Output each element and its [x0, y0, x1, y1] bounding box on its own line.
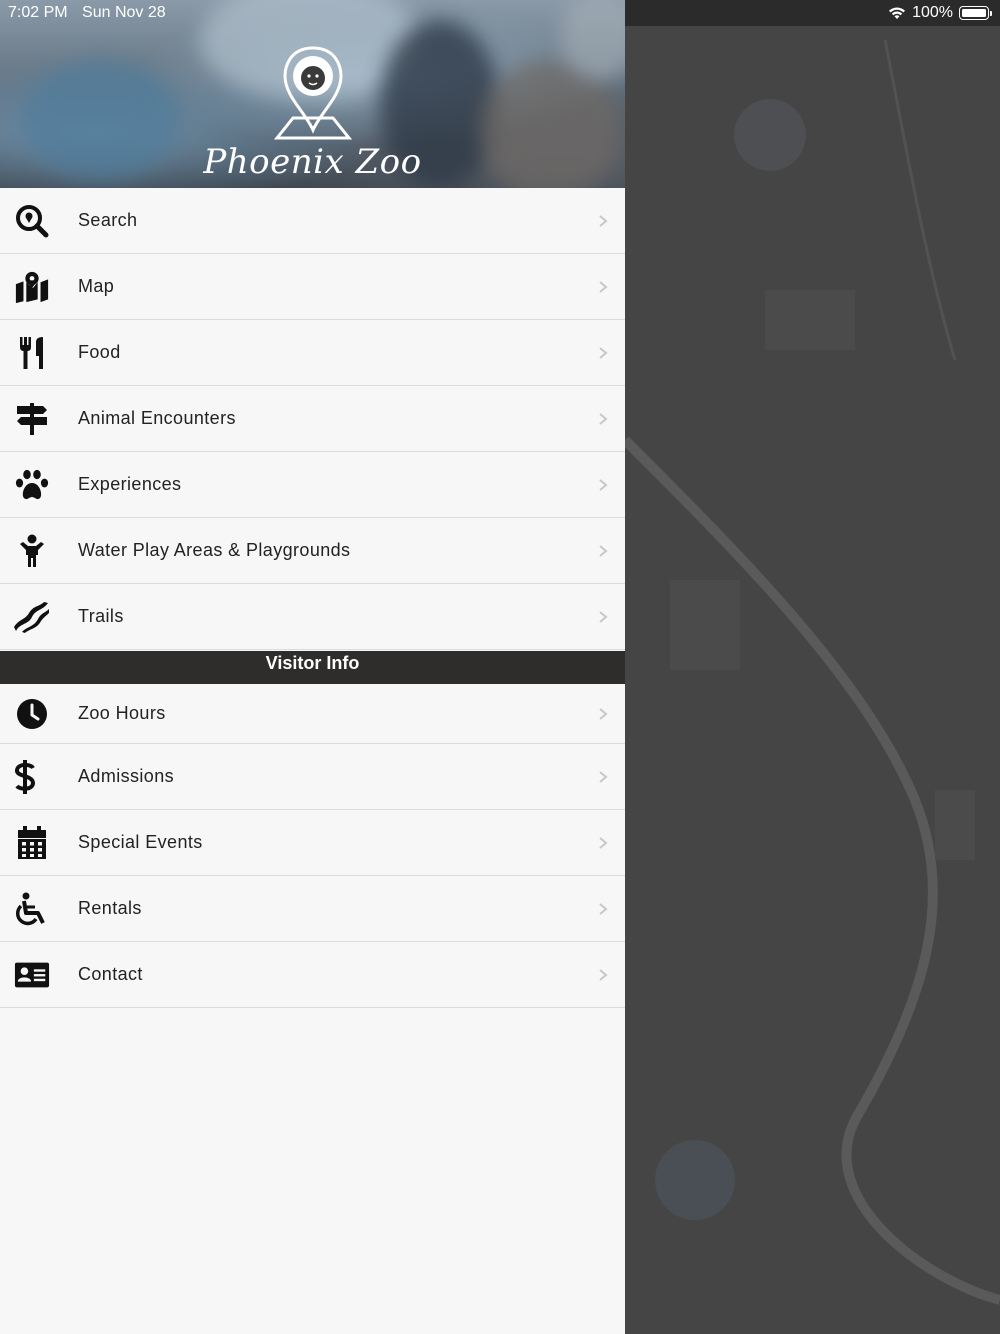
- menu-item-trails[interactable]: Trails: [0, 584, 625, 650]
- app-logo-text: Phoenix Zoo: [203, 142, 422, 182]
- chevron-right-icon: [599, 836, 608, 849]
- menu-item-admissions[interactable]: Admissions: [0, 744, 625, 810]
- battery-percent: 100%: [912, 4, 953, 21]
- chevron-right-icon: [599, 707, 608, 720]
- menu-item-water-play[interactable]: Water Play Areas & Playgrounds: [0, 518, 625, 584]
- chevron-right-icon: [599, 968, 608, 981]
- chevron-right-icon: [599, 770, 608, 783]
- menu-item-map[interactable]: Map: [0, 254, 625, 320]
- menu-item-contact[interactable]: Contact: [0, 942, 625, 1008]
- chevron-right-icon: [599, 544, 608, 557]
- menu-item-label: Experiences: [78, 474, 182, 494]
- menu-item-animal-encounters[interactable]: Animal Encounters: [0, 386, 625, 452]
- menu-item-food[interactable]: Food: [0, 320, 625, 386]
- menu-item-label: Admissions: [78, 766, 175, 786]
- search-location-icon: [14, 203, 50, 239]
- header-image: Phoenix Zoo: [0, 0, 625, 188]
- background-map[interactable]: [625, 0, 1000, 1334]
- chevron-right-icon: [599, 412, 608, 425]
- menu-item-special-events[interactable]: Special Events: [0, 810, 625, 876]
- id-card-icon: [14, 957, 50, 993]
- menu-item-label: Map: [78, 276, 115, 296]
- battery-icon: [959, 6, 989, 20]
- menu-item-label: Food: [78, 342, 121, 362]
- menu-item-label: Water Play Areas & Playgrounds: [78, 540, 351, 560]
- menu-item-search[interactable]: Search: [0, 188, 625, 254]
- chevron-right-icon: [599, 346, 608, 359]
- trail-icon: [14, 599, 50, 635]
- status-date: Sun Nov 28: [82, 4, 166, 21]
- menu-item-label: Rentals: [78, 898, 142, 918]
- status-bar: 7:02 PM Sun Nov 28 100%: [0, 0, 1000, 26]
- menu-item-label: Contact: [78, 964, 143, 984]
- child-icon: [14, 533, 50, 569]
- chevron-right-icon: [599, 902, 608, 915]
- menu-item-label: Zoo Hours: [78, 703, 166, 723]
- clock-icon: [14, 696, 50, 732]
- wifi-icon: [889, 7, 906, 19]
- menu-item-label: Special Events: [78, 832, 203, 852]
- chevron-right-icon: [599, 610, 608, 623]
- status-time: 7:02 PM: [8, 4, 68, 21]
- visitor-info-header: Visitor Info: [0, 651, 625, 684]
- chevron-right-icon: [599, 280, 608, 293]
- calendar-icon: [14, 825, 50, 861]
- utensils-icon: [14, 335, 50, 371]
- lion-pin-logo-icon: [0, 46, 625, 145]
- navigation-drawer: Phoenix Zoo Search Map Food Animal Encou…: [0, 0, 625, 1334]
- chevron-right-icon: [599, 214, 608, 227]
- menu-item-zoo-hours[interactable]: Zoo Hours: [0, 684, 625, 744]
- menu-item-label: Animal Encounters: [78, 408, 236, 428]
- menu-item-label: Trails: [78, 606, 124, 626]
- visitor-info-menu: Zoo Hours Admissions Special Events Rent…: [0, 684, 625, 1008]
- main-menu: Search Map Food Animal Encounters Experi…: [0, 188, 625, 650]
- paw-icon: [14, 467, 50, 503]
- wheelchair-icon: [14, 891, 50, 927]
- dollar-icon: [14, 759, 50, 795]
- map-marked-icon: [14, 269, 50, 305]
- chevron-right-icon: [599, 478, 608, 491]
- menu-item-label: Search: [78, 210, 138, 230]
- battery-cap: [990, 10, 992, 16]
- signpost-icon: [14, 401, 50, 437]
- menu-item-experiences[interactable]: Experiences: [0, 452, 625, 518]
- menu-item-rentals[interactable]: Rentals: [0, 876, 625, 942]
